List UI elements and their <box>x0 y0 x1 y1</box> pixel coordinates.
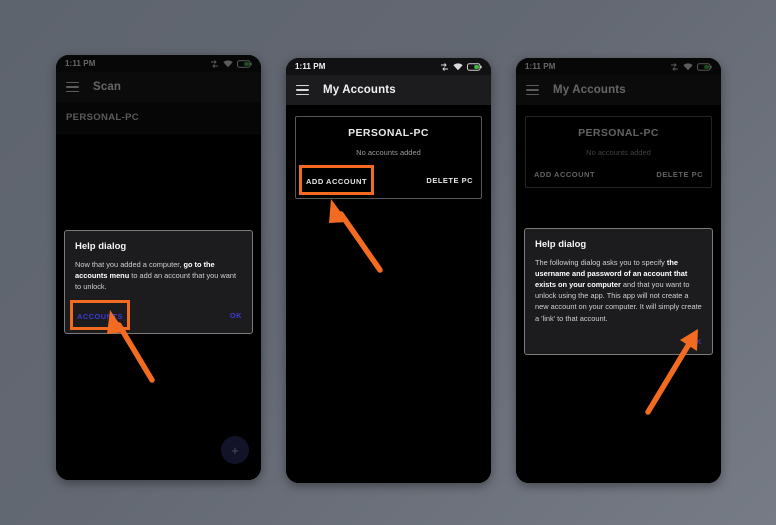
accounts-button[interactable]: ACCOUNTS <box>77 312 123 321</box>
data-transfer-icon <box>441 62 448 71</box>
ok-button[interactable]: OK <box>230 311 242 320</box>
dialog-body: Now that you added a computer, go to the… <box>75 259 242 292</box>
status-icons <box>440 62 482 71</box>
content-area-2: PERSONAL-PC No accounts added ADD ACCOUN… <box>286 116 491 483</box>
dialog-title: Help dialog <box>75 241 127 252</box>
dialog-title: Help dialog <box>535 239 587 250</box>
add-account-button[interactable]: ADD ACCOUNT <box>306 177 367 186</box>
pc-card-title: PERSONAL-PC <box>348 127 429 139</box>
help-dialog-1: Help dialog Now that you added a compute… <box>64 230 253 335</box>
wifi-icon <box>453 62 463 70</box>
pc-card-subtitle: No accounts added <box>356 148 421 157</box>
help-dialog-3: Help dialog The following dialog asks yo… <box>524 228 713 355</box>
screen-3: 1:11 PM My Accounts PERSONAL-PC No accou… <box>516 58 721 483</box>
page-title: My Accounts <box>323 84 396 96</box>
phone-screenshot-3: 1:11 PM My Accounts PERSONAL-PC No accou… <box>516 58 721 483</box>
dialog-body-prefix: Now that you added a computer, <box>75 260 184 269</box>
phone-screenshot-2: 1:11 PM My Accounts PERSONAL-PC No accou… <box>286 58 491 483</box>
pc-card: PERSONAL-PC No accounts added ADD ACCOUN… <box>295 116 482 199</box>
screen-2: 1:11 PM My Accounts PERSONAL-PC No accou… <box>286 58 491 483</box>
status-bar: 1:11 PM <box>286 58 491 75</box>
status-time: 1:11 PM <box>295 62 326 71</box>
add-account-button-highlight: ADD ACCOUNT <box>298 165 375 195</box>
dialog-body-part1: The following dialog asks you to specify <box>535 258 667 267</box>
accounts-button-highlight: ACCOUNTS <box>70 300 130 331</box>
screen-1: 1:11 PM Scan PERSONAL-PC + Help dialog N… <box>56 55 261 480</box>
app-bar-2: My Accounts <box>286 75 491 105</box>
battery-icon <box>467 62 482 71</box>
dialog-actions: ACCOUNTS OK <box>70 300 242 331</box>
pc-card-actions: ADD ACCOUNT DELETE PC <box>296 165 481 198</box>
delete-pc-button[interactable]: DELETE PC <box>426 176 473 185</box>
ok-button[interactable]: OK <box>690 337 702 346</box>
phone-screenshot-1: 1:11 PM Scan PERSONAL-PC + Help dialog N… <box>56 55 261 480</box>
hamburger-icon[interactable] <box>296 84 309 96</box>
dialog-body: The following dialog asks you to specify… <box>535 257 702 324</box>
dialog-actions: OK <box>535 337 702 348</box>
